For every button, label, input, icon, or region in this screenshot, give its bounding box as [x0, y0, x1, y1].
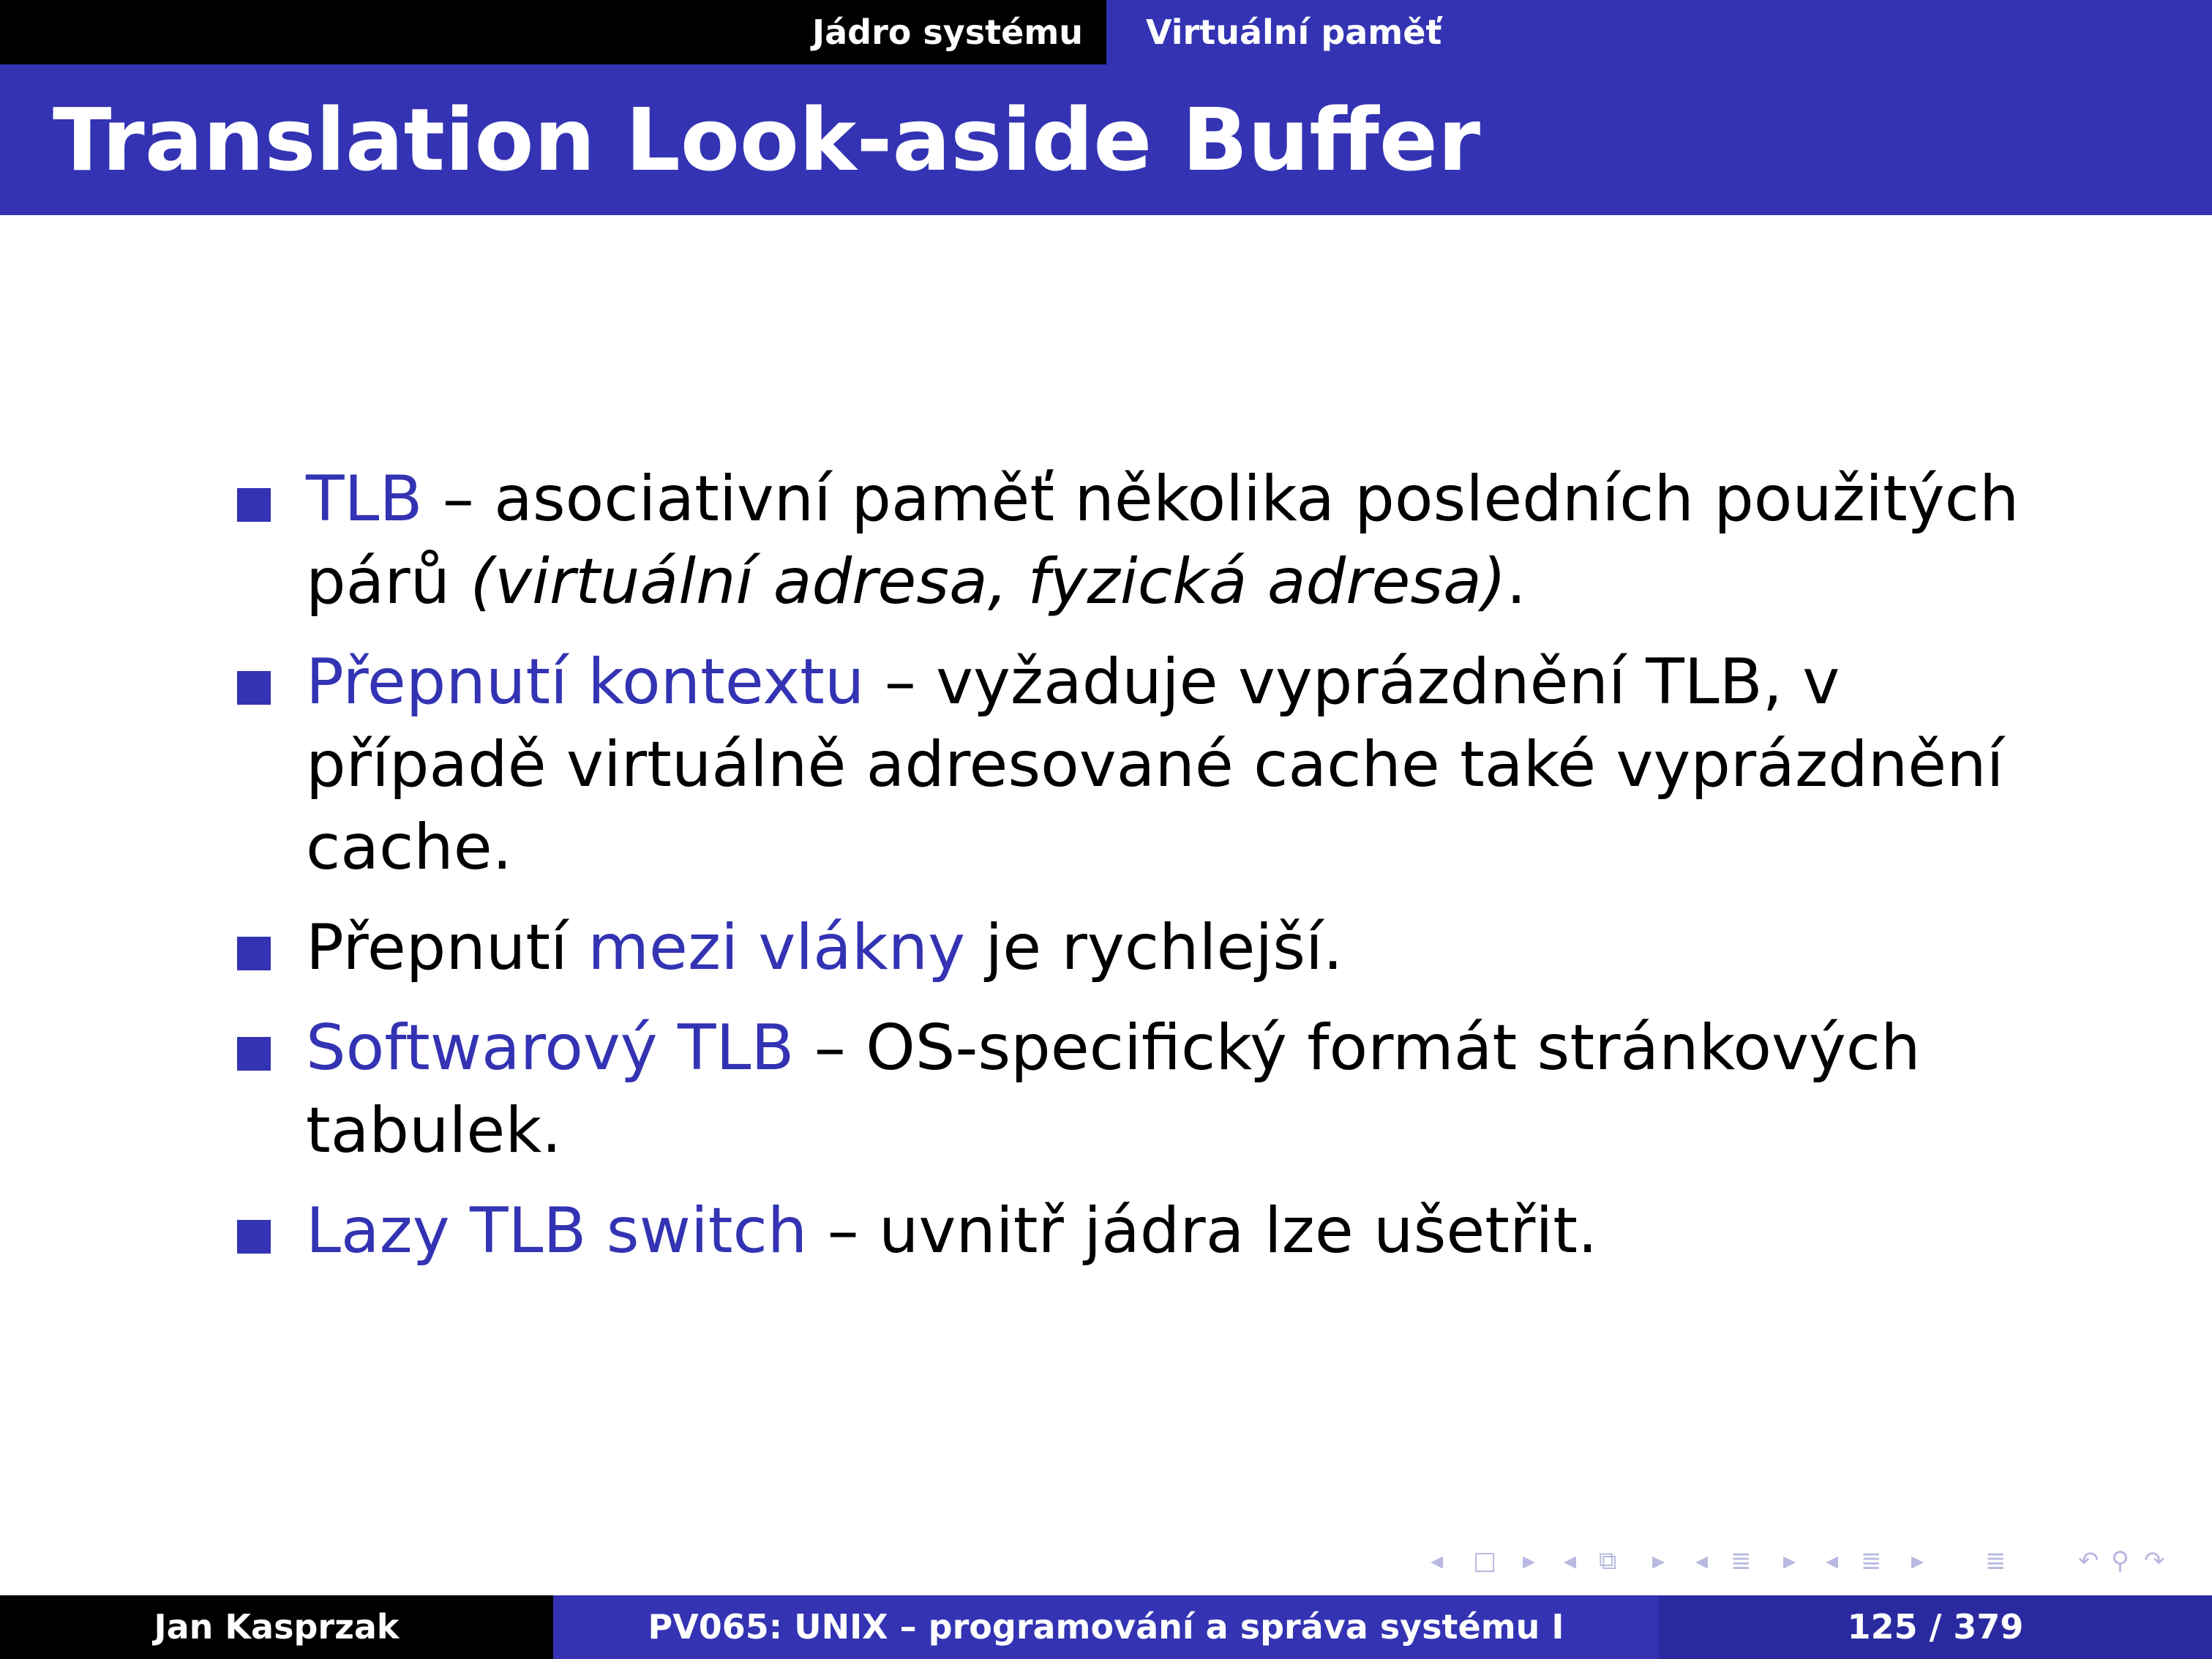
term: Softwarový TLB [306, 1011, 795, 1085]
footer-author: Jan Kasprzak [0, 1595, 553, 1659]
bullet-square-icon [237, 1220, 271, 1254]
bullet-square-icon [237, 488, 271, 522]
subsection-icon[interactable]: ⧉ [1599, 1543, 1616, 1579]
bullet-square-icon [237, 937, 271, 970]
list-item: Softwarový TLB – OS-specifický formát st… [237, 1007, 2055, 1172]
list-item: Přepnutí mezi vlákny je rychlejší. [237, 907, 2055, 989]
list-item: TLB – asociativní paměť několika posledn… [237, 458, 2055, 623]
redo-icon[interactable]: ↷ [2144, 1543, 2165, 1579]
arrow-left-icon[interactable]: ◂ [1826, 1543, 1838, 1579]
arrow-left-icon[interactable]: ◂ [1695, 1543, 1708, 1579]
list-item: Lazy TLB switch – uvnitř jádra lze ušetř… [237, 1190, 2055, 1273]
arrow-right-icon[interactable]: ▸ [1652, 1543, 1665, 1579]
search-icon[interactable]: ⚲ [2111, 1543, 2129, 1579]
list-item: Přepnutí kontextu – vyžaduje vyprázdnění… [237, 641, 2055, 889]
arrow-left-icon[interactable]: ◂ [1431, 1543, 1443, 1579]
bullet-square-icon [237, 671, 271, 705]
bullet-list: TLB – asociativní paměť několika posledn… [237, 458, 2055, 1290]
bullet-prefix: Přepnutí [306, 911, 588, 984]
arrow-right-icon[interactable]: ▸ [1783, 1543, 1796, 1579]
top-navigation-bar: Jádro systému Virtuální paměť [0, 0, 2212, 64]
arrow-right-icon[interactable]: ▸ [1523, 1543, 1535, 1579]
undo-icon[interactable]: ↶ [2078, 1543, 2099, 1579]
bullet-text: – uvnitř jádra lze ušetřit. [807, 1194, 1598, 1267]
bullet-italic: (virtuální adresa, fyzická adresa) [470, 545, 1507, 618]
term: Lazy TLB switch [306, 1194, 808, 1267]
align-icon[interactable]: ≣ [1985, 1543, 2006, 1579]
bullet-text: je rychlejší. [965, 911, 1343, 984]
frame-icon[interactable]: □ [1473, 1543, 1496, 1579]
term: Přepnutí kontextu [306, 645, 865, 719]
slide-title: Translation Look-aside Buffer [53, 89, 1481, 190]
bullet-end: . [1506, 545, 1526, 618]
section-link-virtual-memory[interactable]: Virtuální paměť [1146, 0, 1441, 64]
term: TLB [306, 463, 423, 536]
arrow-right-icon[interactable]: ▸ [1911, 1543, 1924, 1579]
section-icon[interactable]: ≣ [1731, 1543, 1752, 1579]
title-band: Translation Look-aside Buffer [0, 64, 2212, 215]
section-link-kernel[interactable]: Jádro systému [812, 0, 1083, 64]
term: mezi vlákny [588, 911, 966, 984]
arrow-left-icon[interactable]: ◂ [1564, 1543, 1576, 1579]
bullet-square-icon [237, 1037, 271, 1071]
footer-course: PV065: UNIX – programování a správa syst… [553, 1595, 1659, 1659]
footer-bar: Jan Kasprzak PV065: UNIX – programování … [0, 1595, 2212, 1659]
footer-page-number: 125 / 379 [1659, 1595, 2212, 1659]
navigation-symbols: ◂ □ ▸ ◂ ⧉ ▸ ◂ ≣ ▸ ◂ ≣ ▸ ≣ ↶ ⚲ ↷ [1431, 1543, 2192, 1579]
section-list-icon[interactable]: ≣ [1861, 1543, 1882, 1579]
